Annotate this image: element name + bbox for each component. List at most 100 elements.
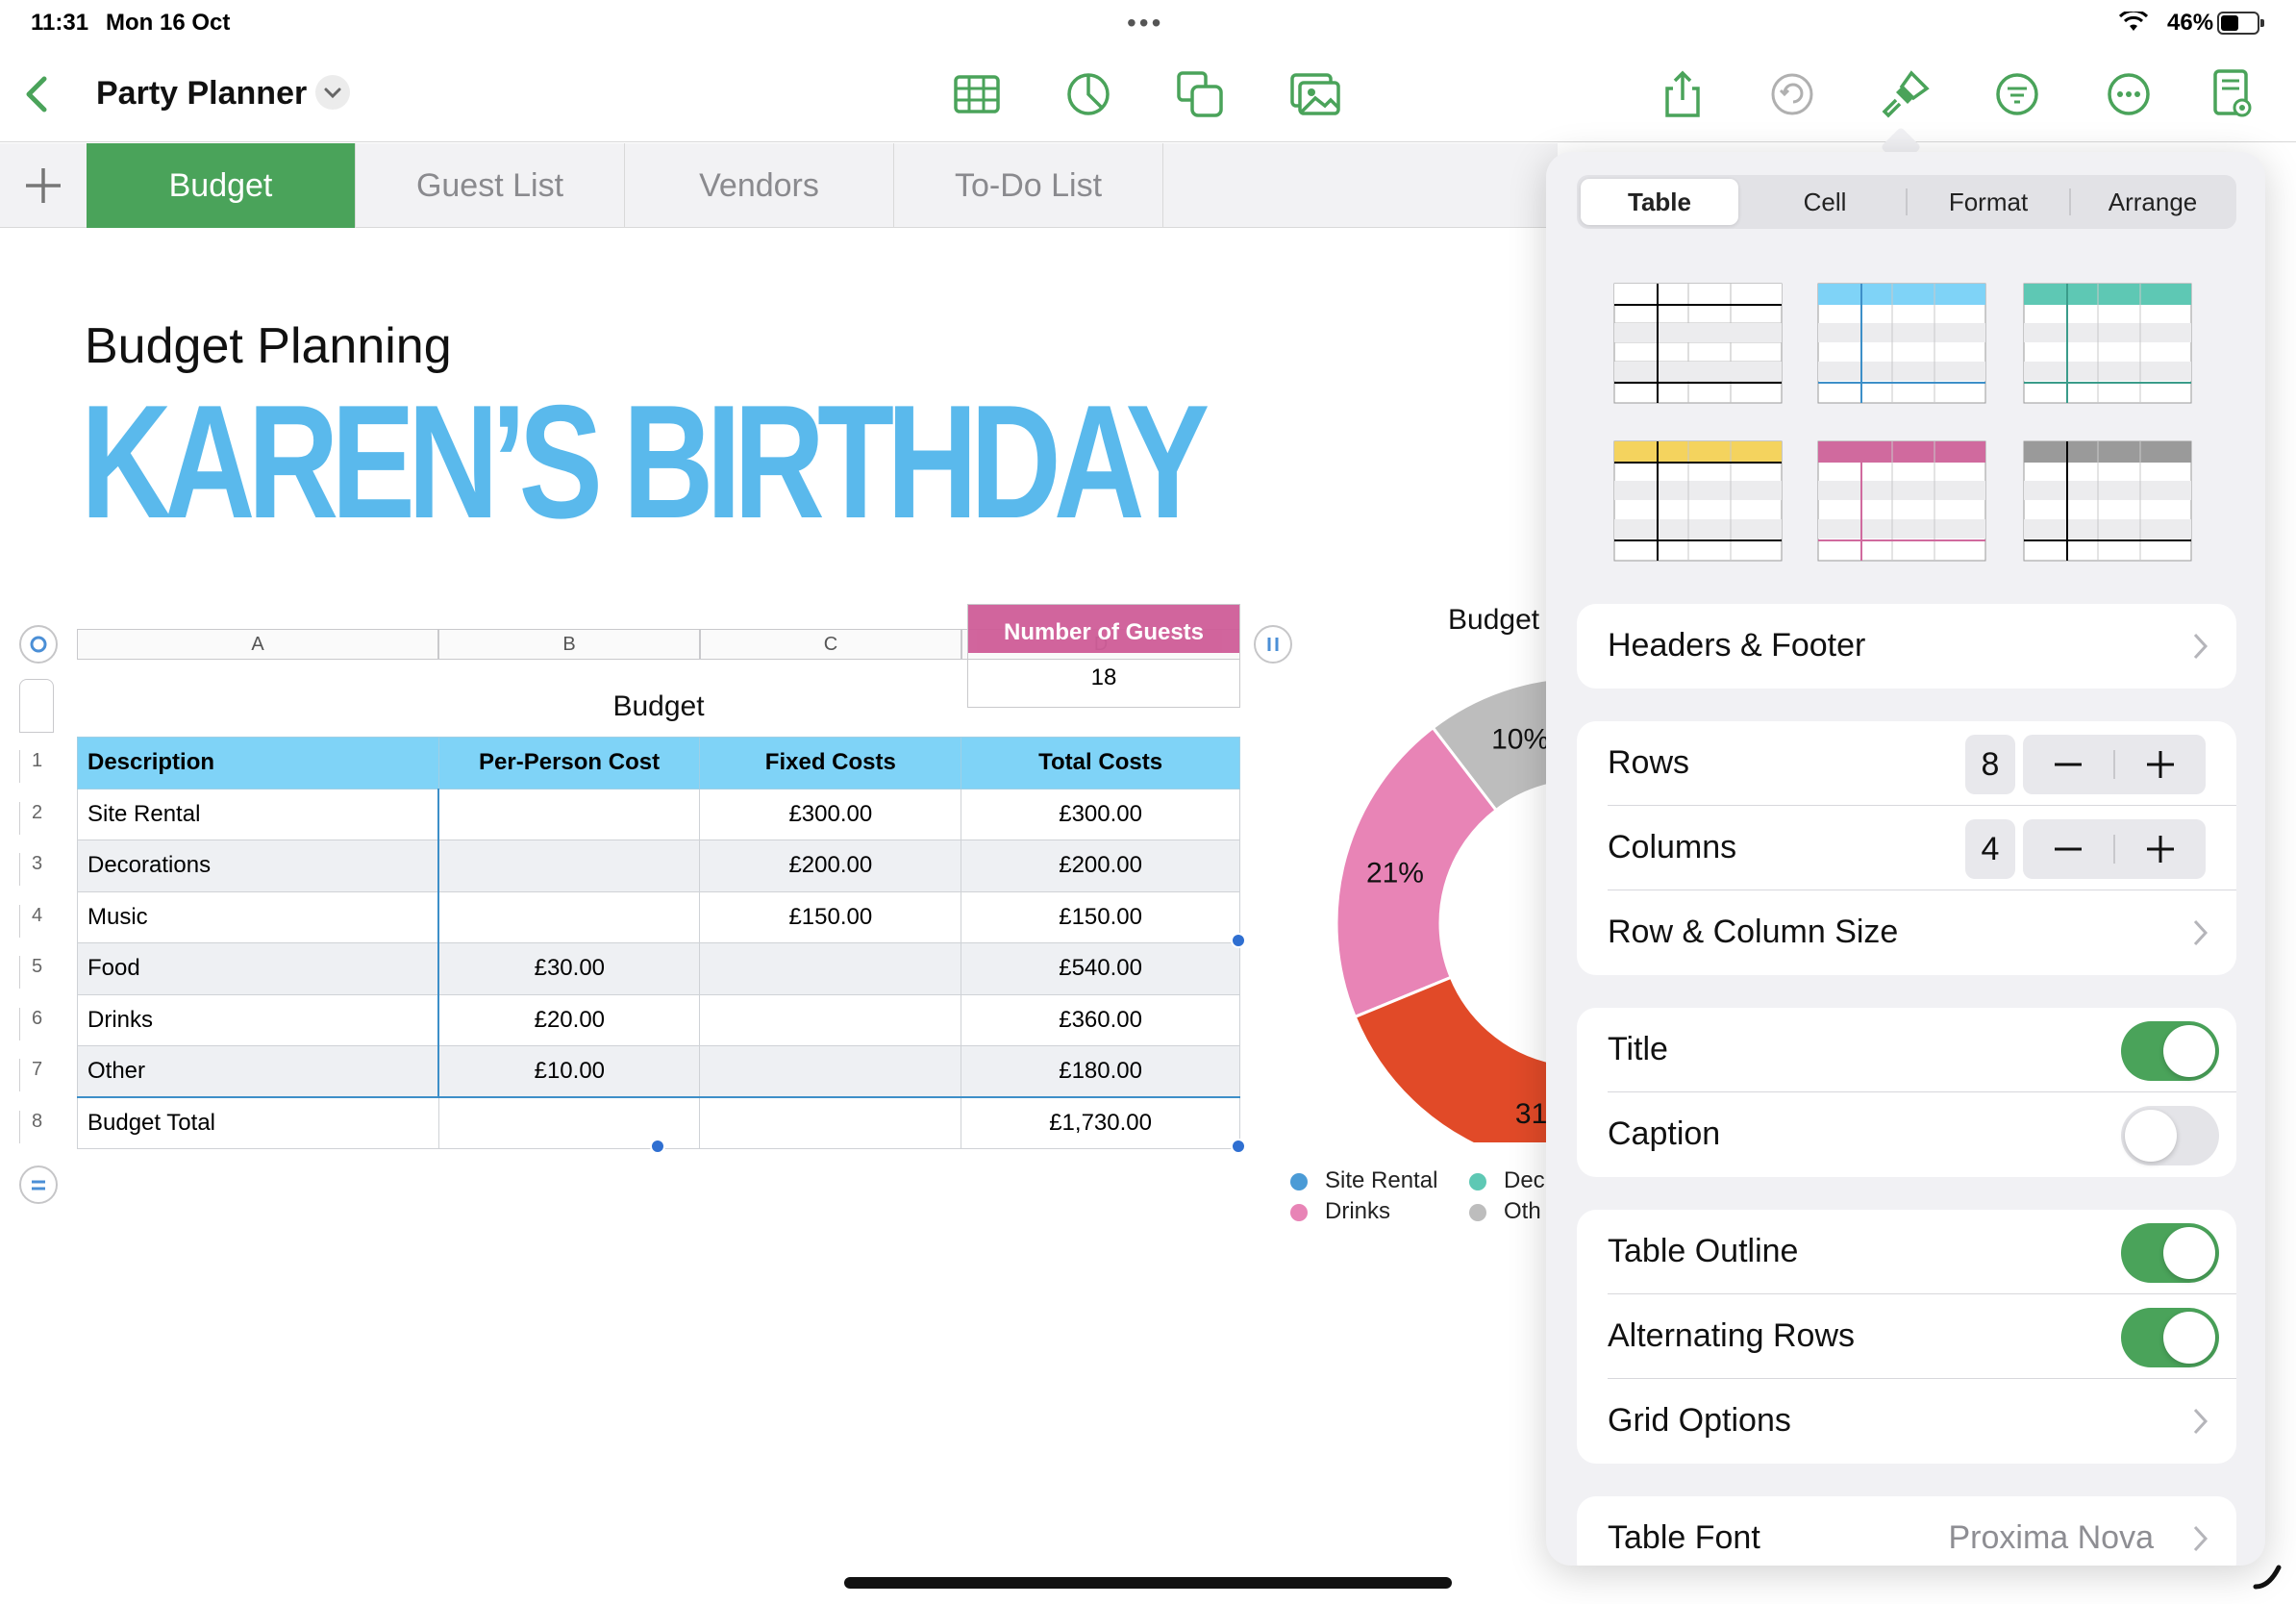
table-style-blue[interactable] bbox=[1817, 283, 1986, 404]
add-sheet-icon[interactable] bbox=[0, 143, 87, 228]
table-font-row[interactable]: Table Font Proxima Nova bbox=[1577, 1496, 2236, 1566]
table-style-teal[interactable] bbox=[2023, 283, 2192, 404]
table-cell[interactable]: Music bbox=[77, 890, 440, 943]
table-cell[interactable]: Drinks bbox=[77, 993, 440, 1046]
table-cell[interactable] bbox=[437, 788, 701, 840]
document-title[interactable]: Party Planner bbox=[96, 75, 307, 113]
table-style-gray[interactable] bbox=[2023, 440, 2192, 562]
page-heading[interactable]: Budget Planning bbox=[85, 317, 452, 375]
column-resize-handle[interactable] bbox=[1254, 625, 1292, 664]
row-number[interactable]: 2 bbox=[19, 802, 54, 835]
table-cell[interactable]: £10.00 bbox=[437, 1045, 701, 1098]
row-resize-handle[interactable] bbox=[19, 1165, 58, 1204]
table-cell[interactable] bbox=[437, 840, 701, 892]
row-number[interactable]: 8 bbox=[19, 1111, 54, 1143]
header-cell[interactable]: Per-Person Cost bbox=[437, 737, 701, 789]
segment-table[interactable]: Table bbox=[1581, 179, 1738, 225]
row-number[interactable]: 5 bbox=[19, 956, 54, 989]
table-cell[interactable]: £180.00 bbox=[961, 1045, 1240, 1098]
alternating-rows-toggle[interactable] bbox=[2121, 1308, 2219, 1367]
minus-icon[interactable] bbox=[2023, 819, 2113, 879]
header-cell[interactable]: Description bbox=[77, 737, 439, 789]
row-number[interactable]: 4 bbox=[19, 905, 54, 938]
table-outline-toggle[interactable] bbox=[2121, 1223, 2219, 1283]
table-cell[interactable]: £20.00 bbox=[437, 993, 701, 1046]
table-cell[interactable]: £150.00 bbox=[699, 890, 962, 943]
table-select-handle[interactable] bbox=[19, 625, 58, 664]
grid-options-row[interactable]: Grid Options bbox=[1577, 1379, 2236, 1464]
table-cell[interactable]: Decorations bbox=[77, 840, 440, 892]
columns-value[interactable]: 4 bbox=[1965, 819, 2015, 879]
chart-title[interactable]: Budget bbox=[1448, 604, 1539, 637]
table-cell[interactable]: Site Rental bbox=[77, 788, 440, 840]
headers-footer-row[interactable]: Headers & Footer bbox=[1577, 604, 2236, 689]
header-cell[interactable]: Total Costs bbox=[961, 737, 1240, 789]
table-cell[interactable]: £1,730.00 bbox=[961, 1096, 1240, 1149]
insert-media-icon[interactable] bbox=[1288, 67, 1342, 121]
column-letter[interactable]: A bbox=[77, 629, 438, 660]
row-header-tab[interactable] bbox=[19, 679, 54, 733]
column-letter[interactable]: B bbox=[438, 629, 700, 660]
table-cell[interactable]: £300.00 bbox=[699, 788, 962, 840]
table-cell[interactable] bbox=[699, 942, 962, 995]
undo-icon[interactable] bbox=[1765, 67, 1819, 121]
table-cell[interactable]: £200.00 bbox=[961, 840, 1240, 892]
segment-arrange[interactable]: Arrange bbox=[2073, 179, 2233, 225]
table-cell[interactable]: £300.00 bbox=[961, 788, 1240, 840]
tab-vendors[interactable]: Vendors bbox=[625, 143, 894, 228]
guests-value[interactable]: 18 bbox=[968, 664, 1239, 691]
table-cell[interactable]: £360.00 bbox=[961, 993, 1240, 1046]
legend-dot bbox=[1290, 1204, 1308, 1221]
segment-format[interactable]: Format bbox=[1909, 179, 2067, 225]
table-resize-handle-corner[interactable] bbox=[1231, 1139, 1246, 1154]
table-style-yellow[interactable] bbox=[1613, 440, 1783, 562]
table-font-label: Table Font bbox=[1608, 1519, 1760, 1556]
table-cell[interactable]: Food bbox=[77, 942, 440, 995]
table-cell[interactable]: £200.00 bbox=[699, 840, 962, 892]
table-resize-handle-right[interactable] bbox=[1231, 933, 1246, 948]
back-chevron-icon[interactable] bbox=[17, 71, 56, 117]
multitasking-dots-icon[interactable]: ••• bbox=[1127, 8, 1163, 38]
document-view-icon[interactable] bbox=[2206, 67, 2259, 121]
table-cell[interactable]: Other bbox=[77, 1045, 440, 1098]
table-cell[interactable]: £150.00 bbox=[961, 890, 1240, 943]
tab-budget[interactable]: Budget bbox=[87, 143, 356, 228]
table-cell[interactable] bbox=[437, 890, 701, 943]
row-number[interactable]: 6 bbox=[19, 1008, 54, 1040]
plus-icon[interactable] bbox=[2115, 735, 2206, 794]
title-toggle[interactable] bbox=[2121, 1021, 2219, 1081]
segment-cell[interactable]: Cell bbox=[1746, 179, 1904, 225]
tab-to-do-list[interactable]: To-Do List bbox=[894, 143, 1163, 228]
table-cell[interactable] bbox=[699, 1096, 962, 1149]
row-number[interactable]: 7 bbox=[19, 1059, 54, 1091]
pencil-scribble-icon[interactable] bbox=[2250, 1558, 2284, 1592]
table-resize-handle-bottom[interactable] bbox=[650, 1139, 665, 1154]
title-chevron-down-icon[interactable] bbox=[315, 75, 350, 110]
more-icon[interactable] bbox=[2102, 67, 2156, 121]
minus-icon[interactable] bbox=[2023, 735, 2113, 794]
table-cell[interactable]: £540.00 bbox=[961, 942, 1240, 995]
format-brush-icon[interactable] bbox=[1879, 67, 1933, 121]
tab-guest-list[interactable]: Guest List bbox=[356, 143, 625, 228]
table-style-plain[interactable] bbox=[1613, 283, 1783, 404]
row-column-size-row[interactable]: Row & Column Size bbox=[1577, 890, 2236, 975]
plus-icon[interactable] bbox=[2115, 819, 2206, 879]
header-cell[interactable]: Fixed Costs bbox=[699, 737, 962, 789]
table-cell[interactable] bbox=[699, 993, 962, 1046]
table-cell[interactable]: £30.00 bbox=[437, 942, 701, 995]
insert-chart-icon[interactable] bbox=[1061, 67, 1115, 121]
share-icon[interactable] bbox=[1656, 67, 1710, 121]
column-letter[interactable]: C bbox=[700, 629, 961, 660]
filter-icon[interactable] bbox=[1990, 67, 2044, 121]
hero-title[interactable]: KAREN’S BIRTHDAY bbox=[81, 381, 1210, 542]
row-number[interactable]: 1 bbox=[19, 750, 54, 783]
caption-toggle[interactable] bbox=[2121, 1106, 2219, 1165]
table-style-pink[interactable] bbox=[1817, 440, 1986, 562]
table-title[interactable]: Budget bbox=[77, 690, 1240, 723]
insert-table-icon[interactable] bbox=[950, 67, 1004, 121]
table-cell[interactable]: Budget Total bbox=[77, 1096, 439, 1149]
row-number[interactable]: 3 bbox=[19, 853, 54, 886]
insert-shape-icon[interactable] bbox=[1173, 67, 1227, 121]
rows-value[interactable]: 8 bbox=[1965, 735, 2015, 794]
table-cell[interactable] bbox=[699, 1045, 962, 1098]
